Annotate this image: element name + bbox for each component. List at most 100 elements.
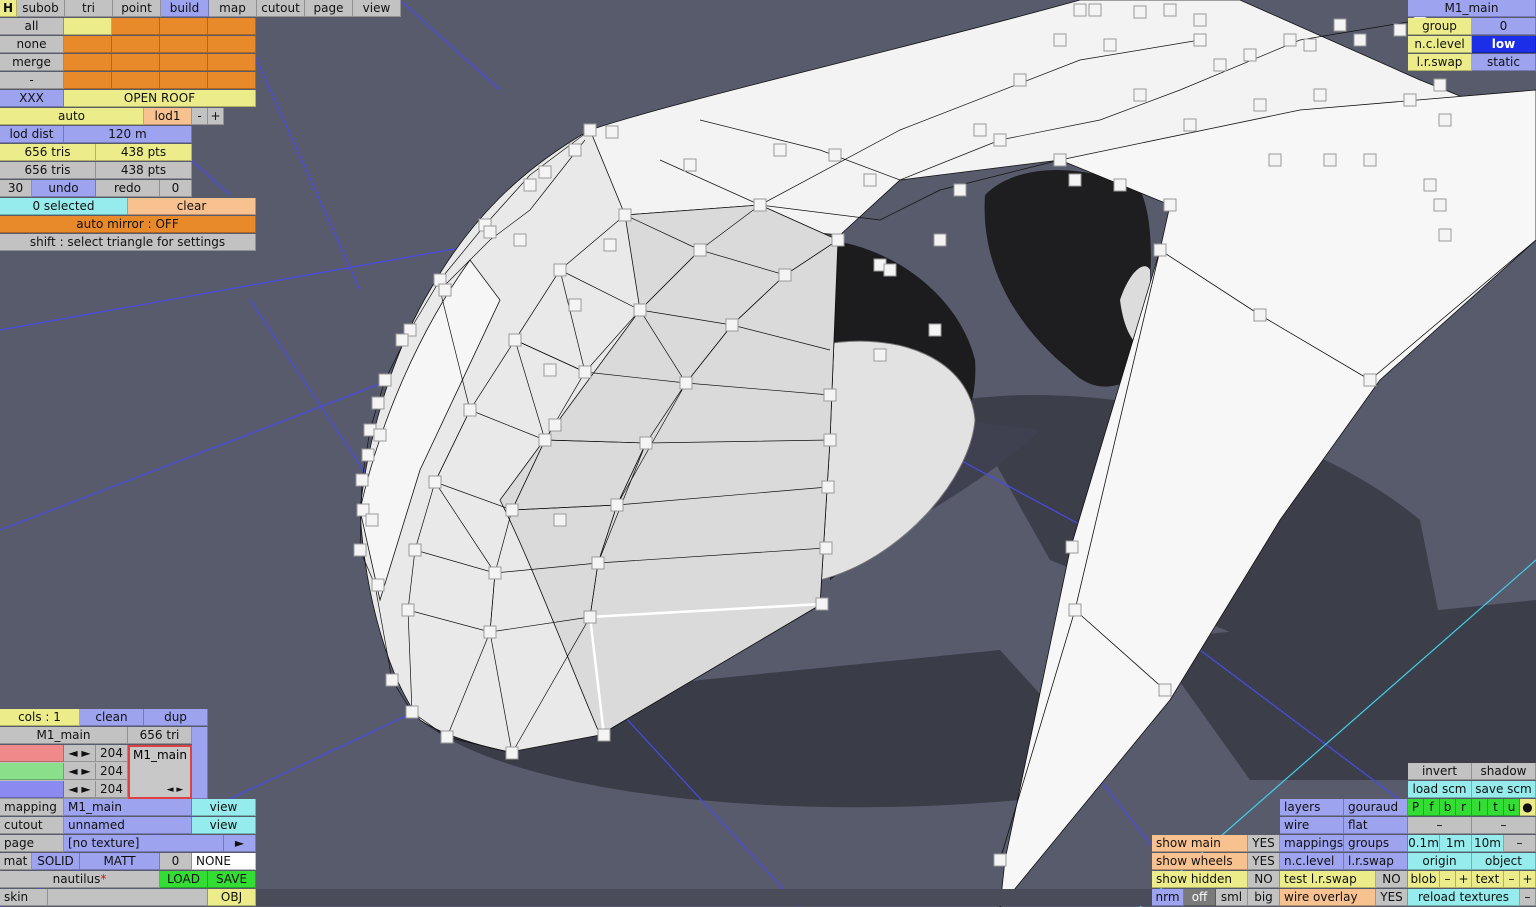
vertex-marker[interactable] — [679, 376, 693, 390]
vertex-marker[interactable] — [863, 173, 877, 187]
mapping-view-button[interactable]: view — [192, 799, 256, 816]
swatch[interactable] — [112, 72, 160, 89]
dash-button[interactable]: – — [1408, 817, 1472, 834]
big-button[interactable]: big — [1248, 889, 1280, 906]
vertex-marker[interactable] — [538, 433, 552, 447]
cutout-value[interactable]: unnamed — [64, 817, 192, 834]
vertex-marker[interactable] — [1163, 198, 1177, 212]
blob-plus-button[interactable]: + — [1456, 871, 1472, 888]
vertex-marker[interactable] — [568, 298, 582, 312]
object-button[interactable]: object — [1472, 853, 1536, 870]
vertex-marker[interactable] — [553, 513, 567, 527]
vertex-marker[interactable] — [1433, 198, 1447, 212]
page-next-icon[interactable]: ► — [224, 835, 256, 852]
save-button[interactable]: SAVE — [208, 871, 256, 888]
vertex-marker[interactable] — [548, 418, 562, 432]
swatch[interactable] — [208, 72, 256, 89]
vertex-marker[interactable] — [1333, 18, 1347, 32]
vertex-marker[interactable] — [543, 363, 557, 377]
vertex-marker[interactable] — [725, 318, 739, 332]
nrm-button[interactable]: nrm — [1152, 889, 1184, 906]
vertex-marker[interactable] — [1153, 243, 1167, 257]
vertex-marker[interactable] — [873, 348, 887, 362]
vertex-marker[interactable] — [823, 388, 837, 402]
vertex-marker[interactable] — [483, 225, 497, 239]
swatch[interactable] — [112, 36, 160, 53]
swatch[interactable] — [160, 72, 208, 89]
save-scm-button[interactable]: save scm — [1472, 781, 1536, 798]
vertex-marker[interactable] — [371, 578, 385, 592]
flag-f-toggle[interactable]: f — [1424, 799, 1440, 816]
merge-button[interactable]: merge — [0, 54, 64, 71]
vertex-marker[interactable] — [1393, 23, 1407, 37]
swatch[interactable] — [208, 18, 256, 35]
step-0-1m-button[interactable]: 0.1m — [1408, 835, 1440, 852]
vertex-marker[interactable] — [1193, 13, 1207, 27]
step-1m-button[interactable]: 1m — [1440, 835, 1472, 852]
scrollbar[interactable] — [192, 727, 208, 799]
vertex-marker[interactable] — [1303, 38, 1317, 52]
vertex-marker[interactable] — [993, 133, 1007, 147]
vertex-marker[interactable] — [353, 543, 367, 557]
vertex-marker[interactable] — [1433, 78, 1447, 92]
vertex-marker[interactable] — [438, 283, 452, 297]
vertex-marker[interactable] — [1103, 38, 1117, 52]
vertex-marker[interactable] — [1053, 153, 1067, 167]
tab-cutout[interactable]: cutout — [257, 0, 305, 17]
vertex-marker[interactable] — [395, 333, 409, 347]
vertex-marker[interactable] — [523, 178, 537, 192]
lod-dist-value[interactable]: 120 m — [64, 126, 192, 143]
swatch[interactable] — [208, 36, 256, 53]
vertex-marker[interactable] — [365, 513, 379, 527]
vertex-marker[interactable] — [583, 610, 597, 624]
vertex-marker[interactable] — [1065, 540, 1079, 554]
load-scm-button[interactable]: load scm — [1408, 781, 1472, 798]
show-wheels-value[interactable]: YES — [1248, 853, 1280, 870]
blue-slider[interactable] — [0, 781, 64, 798]
show-main-value[interactable]: YES — [1248, 835, 1280, 852]
gouraud-button[interactable]: gouraud — [1344, 799, 1408, 816]
swatch[interactable] — [112, 54, 160, 71]
vertex-marker[interactable] — [610, 498, 624, 512]
groups-button[interactable]: groups — [1344, 835, 1408, 852]
cutout-view-button[interactable]: view — [192, 817, 256, 834]
auto-lod-button[interactable]: auto — [0, 108, 144, 125]
flag-l-toggle[interactable]: l — [1472, 799, 1488, 816]
wire-button[interactable]: wire — [1280, 817, 1344, 834]
tab-tri[interactable]: tri — [65, 0, 113, 17]
vertex-marker[interactable] — [883, 263, 897, 277]
flag-u-toggle[interactable]: u — [1504, 799, 1520, 816]
auto-mirror-toggle[interactable]: auto mirror : OFF — [0, 216, 256, 233]
vertex-marker[interactable] — [1113, 178, 1127, 192]
vertex-marker[interactable] — [831, 233, 845, 247]
off-button[interactable]: off — [1184, 889, 1216, 906]
vertex-marker[interactable] — [1363, 153, 1377, 167]
vertex-marker[interactable] — [1353, 33, 1367, 47]
tab-view[interactable]: view — [353, 0, 401, 17]
blue-arrows[interactable]: ◄ ► — [64, 781, 96, 798]
swatch[interactable] — [64, 72, 112, 89]
vertex-marker[interactable] — [508, 333, 522, 347]
vertex-marker[interactable] — [633, 303, 647, 317]
vertex-marker[interactable] — [821, 480, 835, 494]
vertex-marker[interactable] — [1158, 683, 1172, 697]
vertex-marker[interactable] — [693, 243, 707, 257]
open-roof-button[interactable]: OPEN ROOF — [64, 90, 256, 107]
flag-P-toggle[interactable]: P — [1408, 799, 1424, 816]
vertex-marker[interactable] — [488, 566, 502, 580]
select-none-button[interactable]: none — [0, 36, 64, 53]
test-lr-swap-toggle[interactable]: test l.r.swap — [1280, 871, 1376, 888]
nc-level-button[interactable]: n.c.level — [1280, 853, 1344, 870]
step-minus-button[interactable]: – — [1504, 835, 1536, 852]
vertex-marker[interactable] — [1253, 98, 1267, 112]
vertex-marker[interactable] — [819, 541, 833, 555]
flag-dot-toggle[interactable]: ● — [1520, 799, 1536, 816]
vertex-marker[interactable] — [538, 165, 552, 179]
vertex-marker[interactable] — [505, 503, 519, 517]
vertex-marker[interactable] — [1438, 228, 1452, 242]
lod-level[interactable]: lod1 — [144, 108, 192, 125]
vertex-marker[interactable] — [1133, 88, 1147, 102]
swatch[interactable] — [64, 18, 112, 35]
show-wheels-toggle[interactable]: show wheels — [1152, 853, 1248, 870]
vertex-marker[interactable] — [1053, 33, 1067, 47]
